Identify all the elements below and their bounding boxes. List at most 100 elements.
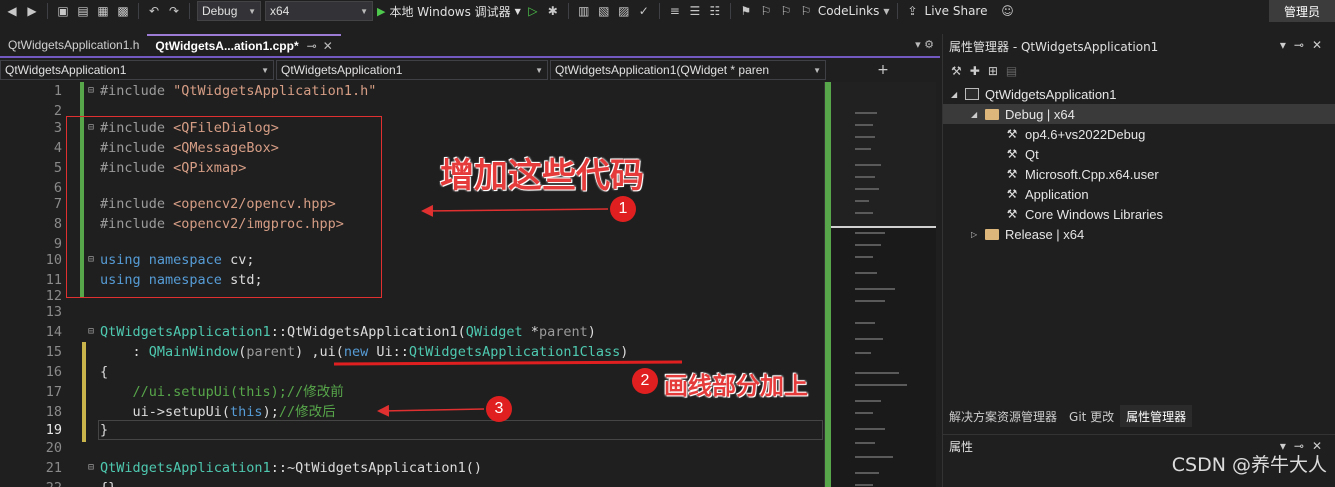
code-line[interactable]: 14 ⊟ QtWidgetsApplication1::QtWidgetsAppli… [0,323,824,343]
minimap-line [855,136,875,138]
open-folder-icon[interactable]: ▤ [75,3,91,19]
back-icon[interactable]: ◀ [4,3,20,19]
panel-controls-icon[interactable]: ▾⊸✕ [1280,38,1330,52]
project-select[interactable]: QtWidgetsApplication1 ▼ [0,60,274,80]
property-manager-panel: 属性管理器 - QtWidgetsApplication1 ▾⊸✕ ⚒ ✚ ⊞ ▤… [942,34,1335,487]
wrench-icon: ⚒ [1006,207,1018,221]
start-without-debug-icon[interactable]: ▷ [525,3,541,19]
code-line[interactable]: 15 : QMainWindow(parent) ,ui(new Ui::QtW… [0,343,824,363]
modified-marker: * [293,39,299,53]
fold-toggle-icon[interactable]: ⊟ [88,323,94,341]
tree-item-label: QtWidgetsApplication1 [985,86,1117,102]
spell-check-icon[interactable]: ✓ [636,3,652,19]
minimap-line [855,338,883,340]
diagnostics-icon[interactable]: ▥ [576,3,592,19]
code-line[interactable]: 21 ⊟ QtWidgetsApplication1::~QtWidgetsAppl… [0,459,824,479]
add-existing-sheet-icon[interactable]: ⊞ [988,64,998,78]
config-value: Debug [202,4,238,18]
forward-icon[interactable]: ▶ [24,3,40,19]
platform-select[interactable]: x64 ▼ [265,1,373,21]
minimap-line [855,112,877,114]
tab-solution-explorer[interactable]: 解决方案资源管理器 [943,405,1063,427]
tree-item[interactable]: ⚒ op4.6+vs2022Debug [943,124,1335,144]
fold-toggle-icon[interactable]: ⊟ [88,459,94,477]
save-sheet-icon[interactable]: ▤ [1006,64,1017,78]
tree-item[interactable]: ▷ Release | x64 [943,224,1335,244]
run-debugger-button[interactable]: ▶ 本地 Windows 调试器 ▼ [377,3,521,20]
tree-item[interactable]: ◢ QtWidgetsApplication1 [943,84,1335,104]
comment-icon[interactable]: ☰ [687,3,703,19]
tree-item[interactable]: ⚒ Qt [943,144,1335,164]
platform-value: x64 [270,4,290,18]
toolbar-divider [47,3,48,19]
code-line[interactable]: 19} [0,421,824,441]
bookmark-set-icon[interactable]: ⚑ [738,3,754,19]
minimap-line [855,212,873,214]
tab-list-dropdown-icon[interactable]: ▾ ⚙ [915,38,934,51]
expanded-arrow-icon[interactable]: ◢ [971,110,983,119]
tree-item[interactable]: ⚒ Application [943,184,1335,204]
tree-item[interactable]: ⚒ Microsoft.Cpp.x64.user [943,164,1335,184]
panel-title-bar: 属性管理器 - QtWidgetsApplication1 ▾⊸✕ [943,34,1335,58]
minimap-line [855,428,885,430]
codelinks-menu[interactable]: CodeLinks [818,4,880,18]
code-line[interactable]: 22 {} [0,479,824,487]
folder-icon [983,228,1001,240]
code-text: //ui.setupUi(this);//修改前 [100,384,344,400]
line-number: 8 [53,216,62,232]
admin-button[interactable]: 管理员 [1269,0,1335,22]
redo-icon[interactable]: ↷ [166,3,182,19]
minimap[interactable] [824,82,936,487]
expanded-arrow-icon[interactable]: ◢ [951,90,963,99]
fold-toggle-icon[interactable]: ⊟ [88,82,94,100]
tree-item-label: Application [1025,186,1089,202]
tree-item-label: op4.6+vs2022Debug [1025,126,1146,142]
format-icon[interactable]: ≡ [667,3,683,19]
tree-item[interactable]: ⚒ Core Windows Libraries [943,204,1335,224]
toolbar-divider [138,3,139,19]
minimap-line [855,472,879,474]
code-line[interactable]: 1 ⊟ #include "QtWidgetsApplication1.h" [0,82,824,102]
hot-reload-icon[interactable]: ✱ [545,3,561,19]
tab-header-file[interactable]: QtWidgetsApplication1.h [0,34,147,56]
user-icon[interactable]: ☺ [999,3,1015,19]
chevron-down-icon: ▼ [248,6,256,16]
chevron-down-icon: ▼ [535,65,543,75]
uncomment-icon[interactable]: ☷ [707,3,723,19]
code-line[interactable]: 13 [0,303,824,323]
code-text: : QMainWindow(parent) ,ui(new Ui::QtWidg… [100,344,629,360]
close-icon[interactable]: ✕ [323,39,333,53]
minimap-viewport[interactable] [831,82,936,228]
collapsed-arrow-icon[interactable]: ▷ [971,230,983,239]
config-select[interactable]: Debug ▼ [197,1,261,21]
undo-icon[interactable]: ↶ [146,3,162,19]
member-select[interactable]: QtWidgetsApplication1(QWidget * paren ▼ [550,60,826,80]
chevron-down-icon: ▼ [883,6,890,16]
bookmark-prev-icon[interactable]: ⚐ [758,3,774,19]
tab-git-changes[interactable]: Git 更改 [1063,405,1120,427]
member-value: QtWidgetsApplication1(QWidget * paren [555,63,770,77]
save-all-icon[interactable]: ▩ [115,3,131,19]
tree-item[interactable]: ◢ Debug | x64 [943,104,1335,124]
run-label: 本地 Windows 调试器 [389,4,511,19]
live-share-button[interactable]: Live Share [925,4,988,18]
new-project-icon[interactable]: ▣ [55,3,71,19]
annotation-note-2: 画线部分加上 [664,372,808,400]
layout-icon[interactable]: ▧ [596,3,612,19]
add-property-sheet-icon[interactable]: ✚ [970,64,980,78]
code-line[interactable]: 20 [0,439,824,459]
properties-wrench-icon[interactable]: ⚒ [951,64,962,78]
bookmark-next-icon[interactable]: ⚐ [778,3,794,19]
scope-select[interactable]: QtWidgetsApplication1 ▼ [276,60,548,80]
tree-item-label: Microsoft.Cpp.x64.user [1025,166,1159,182]
tab-property-manager[interactable]: 属性管理器 [1120,405,1193,427]
tab-cpp-file[interactable]: QtWidgetsA...ation1.cpp * ⊸ ✕ [147,34,341,56]
main-toolbar: ◀ ▶ ▣ ▤ ▦ ▩ ↶ ↷ Debug ▼ x64 ▼ ▶ 本地 Windows … [0,0,1335,22]
bookmark-clear-icon[interactable]: ⚐ [798,3,814,19]
code-line[interactable]: 18 ui->setupUi(this);//修改后 [0,403,824,423]
toolbar-divider [658,3,660,19]
pin-icon[interactable]: ⊸ [307,39,317,53]
bookmark-icon[interactable]: ▨ [616,3,632,19]
save-icon[interactable]: ▦ [95,3,111,19]
split-editor-icon[interactable]: + [828,60,938,80]
